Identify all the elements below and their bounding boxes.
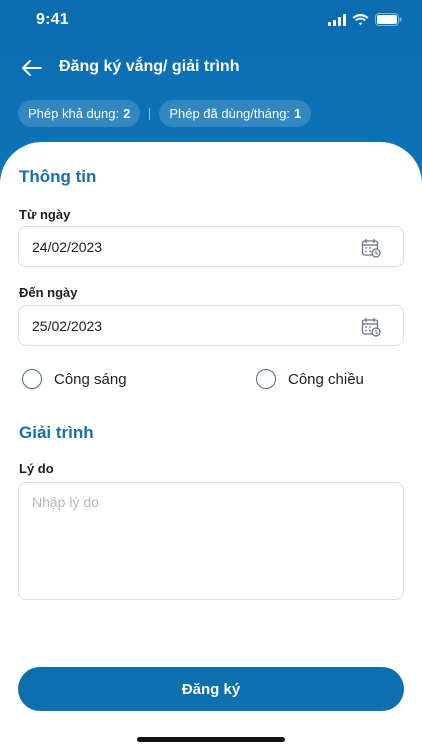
morning-shift-option[interactable]: Công sáng — [22, 369, 127, 389]
afternoon-shift-label: Công chiều — [288, 370, 364, 388]
status-time: 9:41 — [36, 11, 69, 28]
battery-icon — [375, 13, 402, 31]
used-leave-value: 1 — [294, 106, 302, 121]
reason-input[interactable] — [18, 482, 404, 600]
from-date-value: 24/02/2023 — [32, 239, 103, 255]
reason-label: Lý do — [19, 461, 54, 476]
calendar-icon — [361, 317, 381, 337]
to-date-field[interactable]: 25/02/2023 — [18, 305, 404, 346]
chip-divider — [149, 107, 151, 120]
afternoon-shift-option[interactable]: Công chiều — [256, 369, 364, 389]
status-bar: 9:41 — [0, 0, 422, 44]
status-icons — [328, 13, 402, 31]
available-leave-chip: Phép khả dụng: 2 — [18, 100, 141, 127]
back-arrow-icon — [22, 60, 42, 76]
wifi-icon — [352, 13, 369, 31]
submit-button[interactable]: Đăng ký — [18, 667, 404, 711]
back-button[interactable] — [18, 54, 46, 82]
available-leave-value: 2 — [123, 106, 131, 121]
to-date-value: 25/02/2023 — [32, 318, 103, 334]
used-leave-chip: Phép đã dùng/tháng: 1 — [159, 100, 312, 127]
page-title: Đăng ký vắng/ giải trình — [59, 58, 240, 75]
morning-shift-label: Công sáng — [54, 370, 127, 388]
used-leave-label: Phép đã dùng/tháng: — [169, 106, 291, 121]
available-leave-label: Phép khả dụng: — [28, 106, 120, 121]
nav-bar: Đăng ký vắng/ giải trình — [0, 50, 422, 86]
afternoon-shift-radio[interactable] — [256, 369, 276, 389]
to-date-label: Đến ngày — [19, 285, 78, 300]
calendar-icon — [361, 238, 381, 258]
signal-icon — [328, 13, 346, 31]
morning-shift-radio[interactable] — [22, 369, 42, 389]
from-date-field[interactable]: 24/02/2023 — [18, 226, 404, 267]
from-date-label: Từ ngày — [19, 207, 71, 222]
leave-summary: Phép khả dụng: 2 Phép đã dùng/tháng: 1 — [18, 100, 312, 127]
explanation-section-title: Giải trình — [19, 423, 94, 442]
home-indicator — [137, 737, 285, 742]
info-section-title: Thông tin — [19, 167, 97, 186]
